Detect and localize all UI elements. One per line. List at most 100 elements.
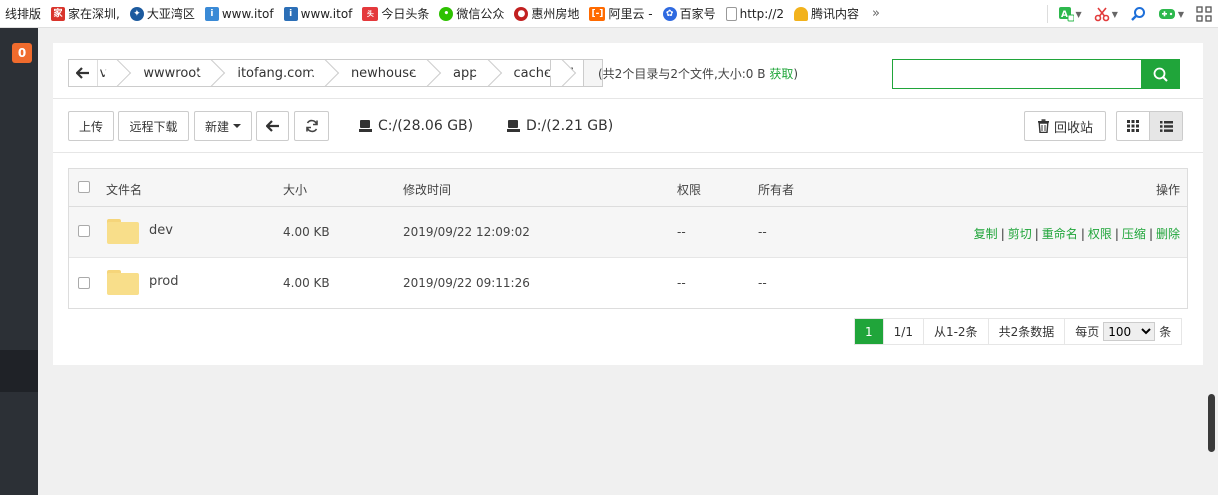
bookmark-3[interactable]: i www.itof — [200, 0, 279, 27]
page-scrollbar[interactable] — [1204, 28, 1218, 495]
list-view-button[interactable] — [1149, 112, 1182, 140]
crumb-1[interactable]: wwwroot — [121, 60, 215, 86]
cut-link[interactable]: 剪切 — [1008, 227, 1032, 241]
new-dropdown-button[interactable]: 新建 — [194, 111, 252, 141]
game-tool[interactable]: ▼ — [1152, 0, 1190, 27]
file-mtime: 2019/09/22 12:09:02 — [403, 225, 530, 239]
chevron-down-icon: ▼ — [1111, 9, 1118, 19]
header-owner: 所有者 — [758, 183, 795, 197]
header-size[interactable]: 大小 — [283, 181, 307, 198]
crumb-2[interactable]: itofang.com — [215, 60, 329, 86]
permission-link[interactable]: 权限 — [1088, 227, 1112, 241]
folder-icon[interactable] — [107, 270, 139, 295]
header-permission: 权限 — [677, 183, 702, 197]
copy-link[interactable]: 复制 — [974, 227, 998, 241]
chevron-down-icon: ▼ — [1177, 9, 1184, 19]
crumb-3[interactable]: newhouse — [329, 60, 431, 86]
table-row[interactable]: prod 4.00 KB 2019/09/22 09:11:26 -- -- — [69, 258, 1187, 309]
table-header: 文件名 大小 修改时间 权限 所有者 操作 — [69, 169, 1187, 207]
compress-link[interactable]: 压缩 — [1122, 227, 1146, 241]
folder-icon[interactable] — [107, 219, 139, 244]
header-operations: 操作 — [1155, 183, 1180, 197]
grid-icon — [1127, 120, 1139, 132]
baidu-paw-icon: ✿ — [662, 6, 677, 21]
toolbar-refresh-button[interactable] — [294, 111, 329, 141]
caret-down-icon — [233, 124, 241, 128]
row-checkbox[interactable] — [78, 225, 90, 237]
bookmark-0[interactable]: 线排版 — [0, 0, 46, 27]
per-page-control: 每页 100 条 — [1064, 319, 1181, 344]
bookmark-6[interactable]: • 微信公众 — [434, 0, 509, 27]
page-current[interactable]: 1 — [855, 319, 883, 344]
gamepad-icon — [1158, 9, 1175, 19]
grid-view-button[interactable] — [1117, 112, 1149, 140]
wechat-logo-icon: • — [439, 6, 454, 21]
directory-summary: (共2个目录与2个文件,大小:0 B 获取) — [598, 67, 799, 81]
disk-c-link[interactable]: C:/(28.06 GB) — [359, 118, 473, 134]
toolbar-back-button[interactable] — [256, 111, 289, 141]
bookmark-11[interactable]: 腾讯内容 — [789, 0, 864, 27]
file-search — [892, 59, 1180, 89]
sidebar-active-item[interactable] — [0, 350, 38, 392]
rename-link[interactable]: 重命名 — [1042, 227, 1078, 241]
translate-icon: A — [1058, 7, 1074, 22]
bookmark-1[interactable]: 家家在深圳, — [46, 0, 125, 27]
file-size: 4.00 KB — [283, 225, 330, 239]
select-all-checkbox[interactable] — [78, 181, 90, 193]
arrow-left-icon — [75, 67, 89, 79]
upload-button[interactable]: 上传 — [68, 111, 114, 141]
file-owner: -- — [758, 276, 767, 290]
trash-icon — [1037, 119, 1049, 133]
hard-drive-icon — [507, 120, 520, 132]
magnifier-icon — [1130, 7, 1145, 21]
crumb-0[interactable]: v — [98, 60, 122, 86]
file-name[interactable]: dev — [149, 223, 173, 238]
town-logo-icon: ✦ — [129, 6, 144, 21]
bookmark-10[interactable]: http://2 — [721, 0, 789, 27]
disk-d-link[interactable]: D:/(2.21 GB) — [507, 118, 613, 134]
bookmark-5[interactable]: 头今日头条 — [357, 0, 434, 27]
scrollbar-thumb[interactable] — [1208, 394, 1215, 452]
search-tool[interactable] — [1124, 0, 1152, 27]
path-back-button[interactable] — [69, 60, 98, 86]
delete-link[interactable]: 删除 — [1156, 227, 1180, 241]
screenshot-tool[interactable]: ▼ — [1088, 0, 1124, 27]
apps-tool[interactable] — [1190, 0, 1218, 27]
browser-tools: A ▼ ▼ ▼ — [1042, 0, 1218, 27]
notification-badge[interactable]: 0 — [12, 43, 32, 63]
svg-text:A: A — [1061, 10, 1068, 20]
bell-icon — [794, 6, 809, 21]
file-manager-panel: v wwwroot itofang.com newhouse app cache… — [53, 43, 1203, 365]
recycle-bin-button[interactable]: 回收站 — [1024, 111, 1106, 141]
site-logo-icon: i — [204, 6, 219, 21]
search-button[interactable] — [1141, 60, 1179, 88]
file-permission: -- — [677, 225, 686, 239]
file-size: 4.00 KB — [283, 276, 330, 290]
scissors-icon — [1094, 7, 1109, 22]
page-icon — [725, 6, 737, 21]
table-row[interactable]: dev 4.00 KB 2019/09/22 12:09:02 -- -- 复制… — [69, 207, 1187, 258]
toutiao-logo-icon: 头 — [362, 6, 379, 21]
remote-download-button[interactable]: 远程下载 — [118, 111, 189, 141]
header-mtime[interactable]: 修改时间 — [403, 181, 451, 198]
header-name[interactable]: 文件名 — [106, 181, 142, 198]
search-input[interactable] — [893, 60, 1141, 88]
pagination: 1 1/1 从1-2条 共2条数据 每页 100 条 — [854, 318, 1183, 345]
file-table: 文件名 大小 修改时间 权限 所有者 操作 dev 4.00 KB 2019/0… — [68, 168, 1188, 309]
bookmark-7[interactable]: ● 惠州房地 — [509, 0, 584, 27]
bookmark-4[interactable]: i www.itof — [279, 0, 358, 27]
per-page-select[interactable]: 100 — [1103, 322, 1156, 341]
bookmark-8[interactable]: [-] 阿里云 - — [584, 0, 657, 27]
bookmarks-more-button[interactable]: » — [864, 6, 888, 21]
bookmark-9[interactable]: ✿ 百家号 — [658, 0, 721, 27]
row-operations: 复制 | 剪切 | 重命名 | 权限 | 压缩 | 删除 — [973, 227, 1180, 241]
translate-tool[interactable]: A ▼ — [1052, 0, 1088, 27]
aliyun-logo-icon: [-] — [589, 6, 606, 21]
bookmark-2[interactable]: ✦ 大亚湾区 — [125, 0, 200, 27]
row-checkbox[interactable] — [78, 277, 90, 289]
divider — [1046, 5, 1048, 23]
path-breadcrumb: v wwwroot itofang.com newhouse app cache — [68, 59, 603, 87]
path-row: v wwwroot itofang.com newhouse app cache… — [53, 43, 1203, 99]
fetch-size-link[interactable]: 获取 — [769, 67, 793, 81]
file-name[interactable]: prod — [149, 274, 179, 289]
